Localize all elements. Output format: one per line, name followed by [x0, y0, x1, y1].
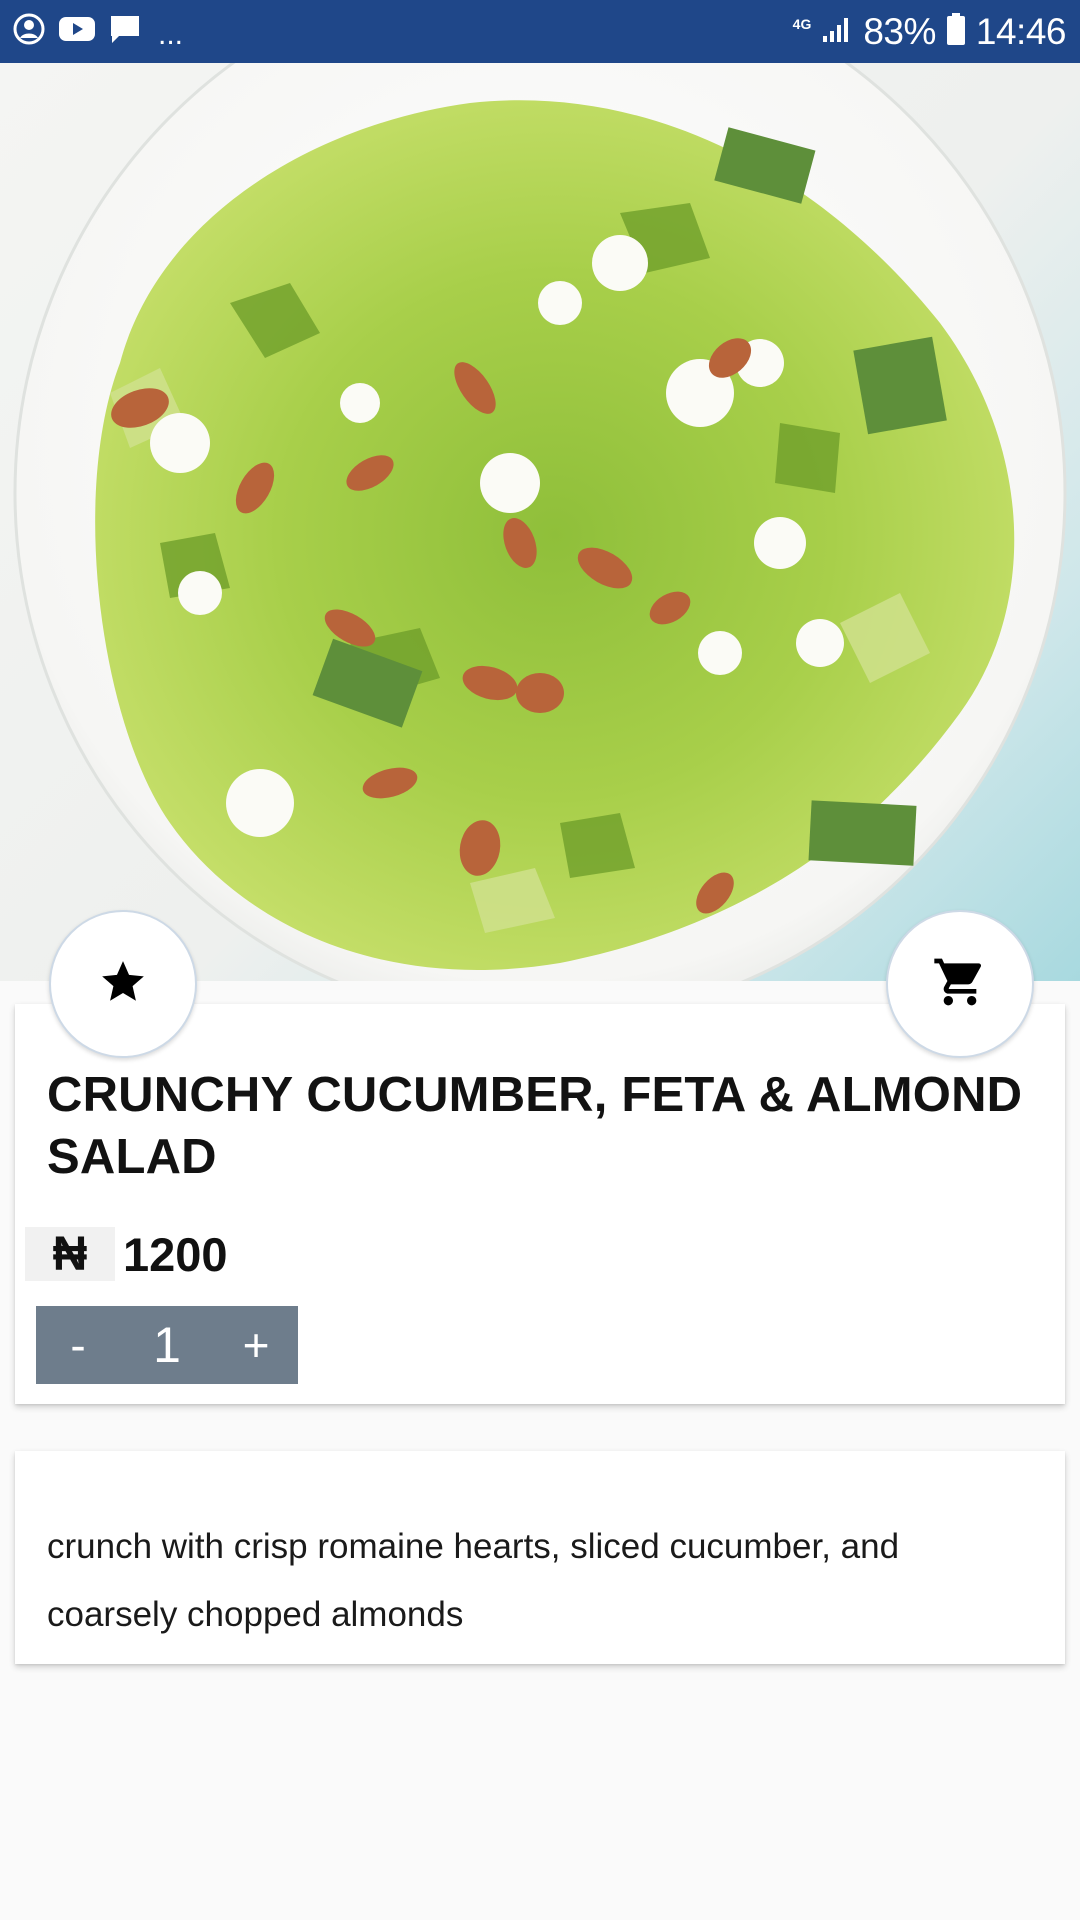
signal-icon: [821, 14, 853, 49]
product-description: crunch with crisp romaine hearts, sliced…: [47, 1527, 900, 1634]
cart-icon: [932, 954, 988, 1015]
overflow-dots: ...: [158, 17, 184, 51]
quantity-stepper: - 1 +: [36, 1306, 298, 1384]
youtube-icon: [58, 14, 96, 49]
status-bar-system: 4G 83% 14:46: [792, 0, 1067, 63]
status-bar: ... 4G 83% 14:46: [0, 0, 1080, 63]
battery-percent: 83%: [863, 10, 936, 52]
network-type: 4G: [792, 15, 812, 32]
description-card: crunch with crisp romaine hearts, sliced…: [15, 1451, 1065, 1664]
quantity-value: 1: [153, 1317, 181, 1373]
battery-icon: [946, 12, 966, 51]
product-card: CRUNCHY CUCUMBER, FETA & ALMOND SALAD ₦ …: [15, 1004, 1065, 1404]
message-icon: [108, 12, 142, 51]
price-row: ₦ 1200: [25, 1226, 228, 1282]
increment-button[interactable]: +: [214, 1306, 298, 1384]
account-circle-icon: [12, 12, 46, 51]
product-image: [0, 63, 1080, 981]
product-title: CRUNCHY CUCUMBER, FETA & ALMOND SALAD: [47, 1068, 1023, 1184]
clock: 14:46: [975, 10, 1067, 52]
add-to-cart-button[interactable]: [886, 910, 1034, 1058]
decrement-button[interactable]: -: [36, 1306, 120, 1384]
star-icon: [98, 957, 148, 1012]
favorite-button[interactable]: [49, 910, 197, 1058]
status-bar-notifications: ...: [12, 0, 183, 63]
product-price: 1200: [123, 1227, 228, 1281]
currency-symbol: ₦: [25, 1227, 115, 1281]
